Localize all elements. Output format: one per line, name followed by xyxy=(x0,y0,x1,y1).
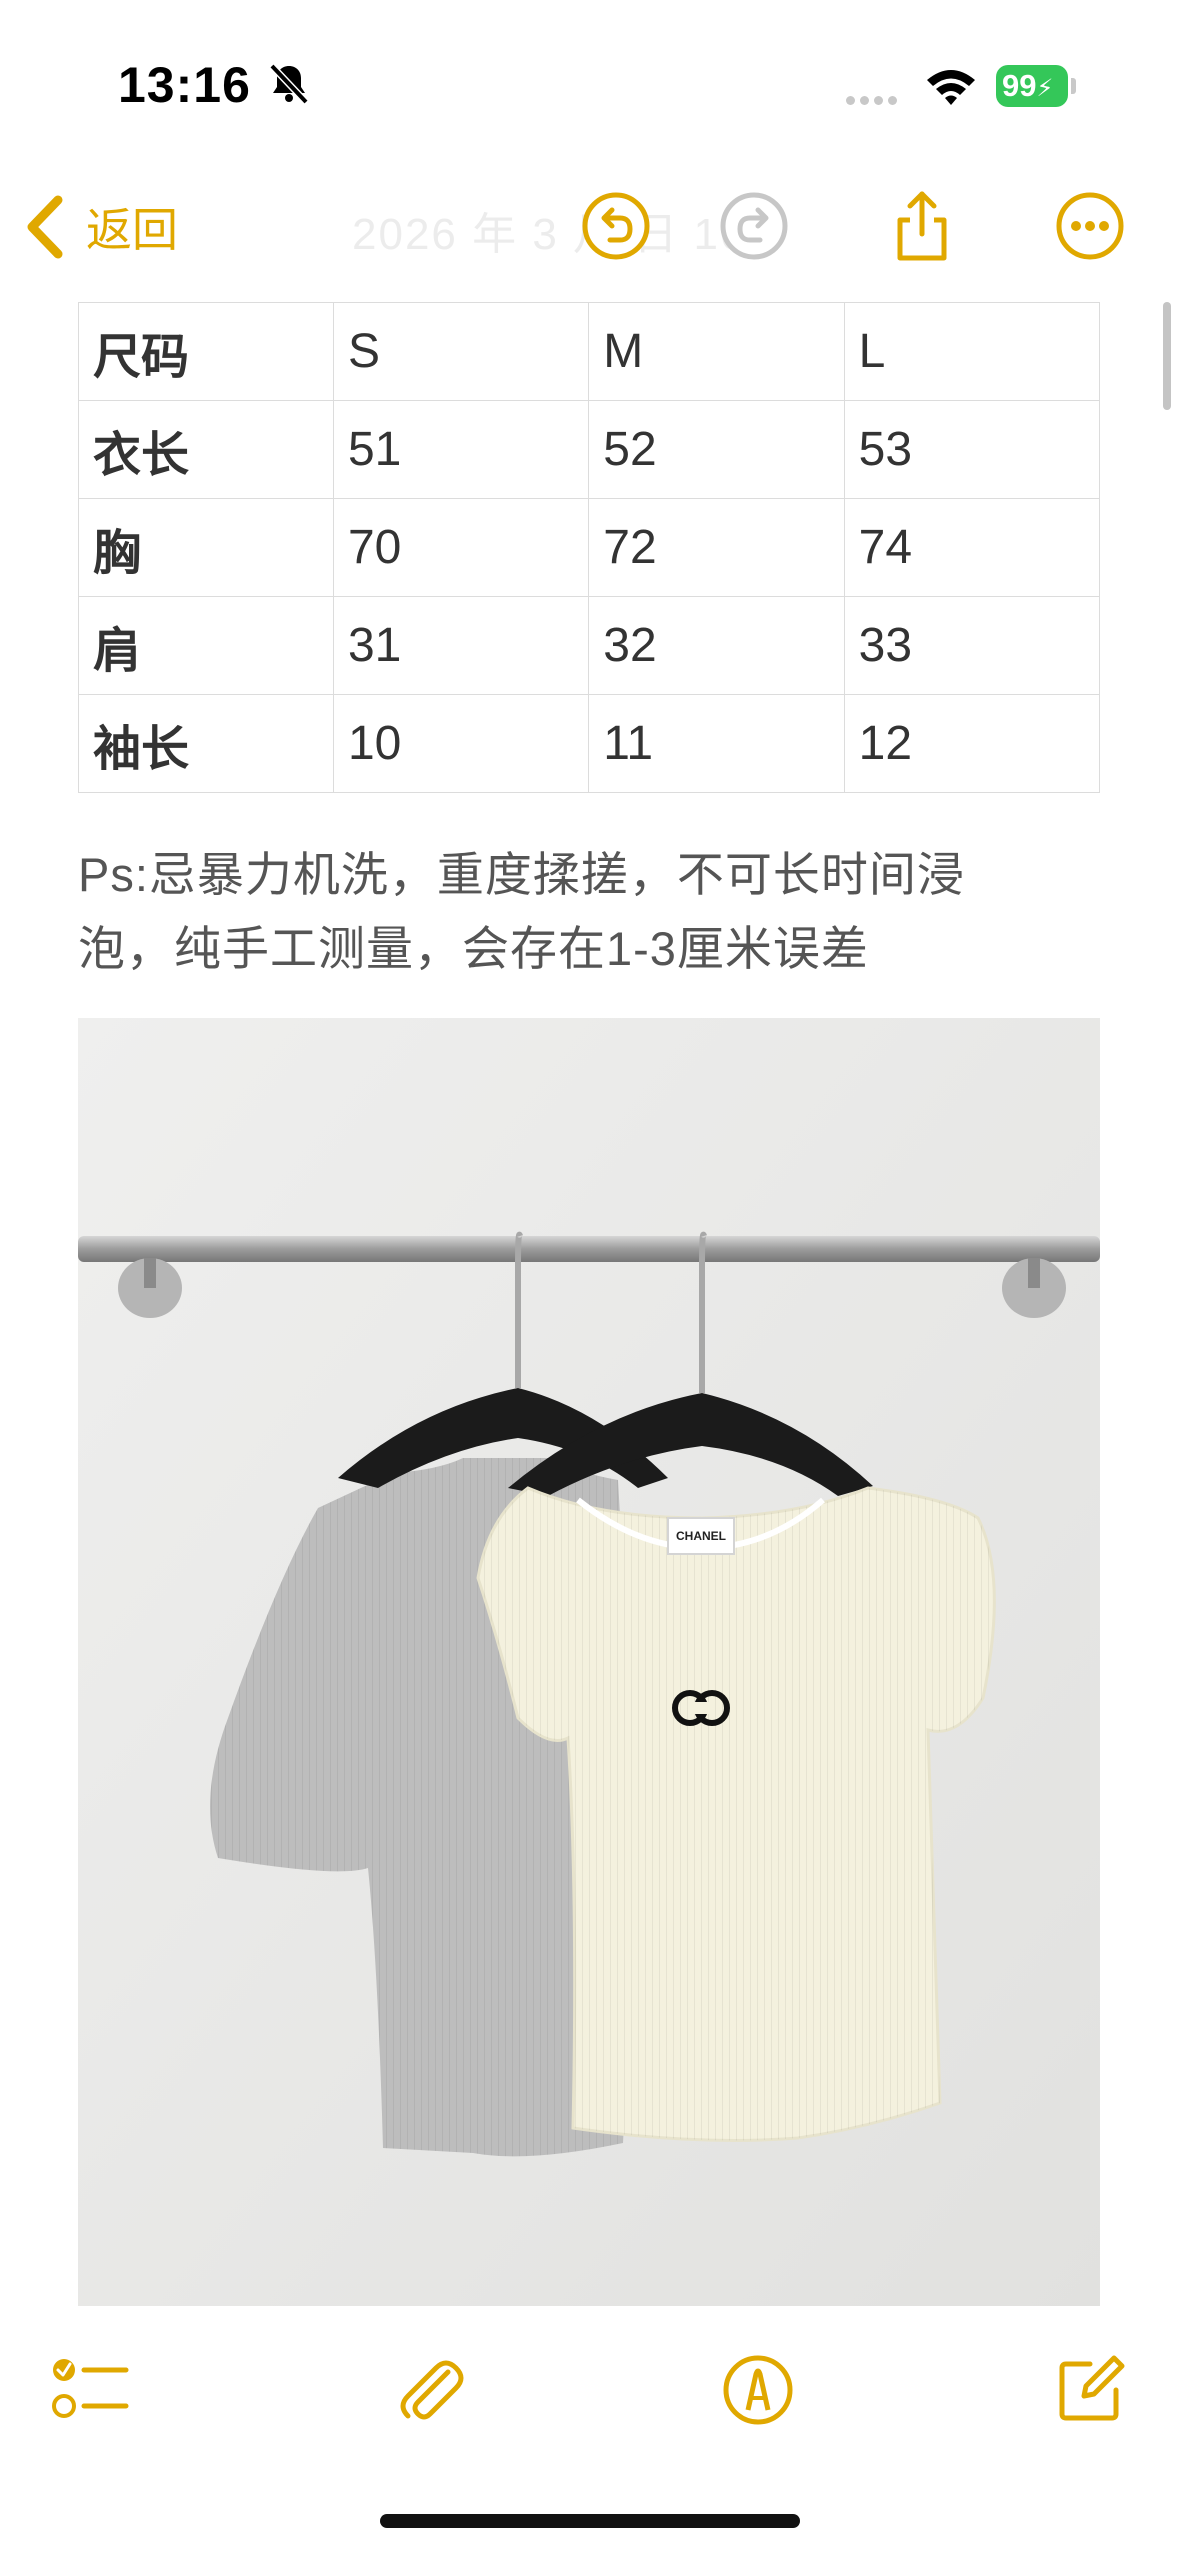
back-button[interactable]: 返回 xyxy=(24,192,178,262)
table-row: 衣长 51 52 53 xyxy=(78,400,1101,499)
table-header-row: 尺码 S M L xyxy=(78,302,1101,401)
table-cell: L xyxy=(843,302,1101,401)
bell-slash-icon xyxy=(269,63,309,105)
table-cell: 胸 xyxy=(78,498,334,597)
status-time: 13:16 xyxy=(118,57,251,113)
table-cell: 袖长 xyxy=(78,694,334,793)
note-date-title: 2026 年 3 月 日 16 xyxy=(352,210,747,259)
share-icon[interactable] xyxy=(886,190,958,262)
undo-icon[interactable] xyxy=(580,190,652,262)
note-line: 泡，纯手工测量，会存在1-3厘米误差 xyxy=(78,922,869,975)
table-cell: 肩 xyxy=(78,596,334,695)
table-cell: 70 xyxy=(332,498,590,597)
compose-icon[interactable] xyxy=(1050,2350,1130,2430)
paperclip-icon[interactable] xyxy=(390,2350,470,2430)
table-cell: 10 xyxy=(332,694,590,793)
table-cell: 74 xyxy=(843,498,1101,597)
home-indicator[interactable] xyxy=(380,2514,800,2528)
size-table: 尺码 S M L 衣长 51 52 53 胸 70 72 74 肩 31 32 … xyxy=(78,302,1101,793)
table-cell: S xyxy=(332,302,590,401)
table-cell: 51 xyxy=(332,400,590,499)
status-bar: 13:16 99⚡ xyxy=(0,0,1179,170)
battery-level: 99 xyxy=(1002,68,1037,103)
checklist-icon[interactable] xyxy=(50,2350,130,2430)
back-label: 返回 xyxy=(86,204,178,256)
markup-pen-icon[interactable] xyxy=(718,2350,798,2430)
nav-bar: 返回 2026 年 3 月 日 16 xyxy=(0,170,1179,290)
table-cell: 53 xyxy=(843,400,1101,499)
table-cell: 衣长 xyxy=(78,400,334,499)
note-body[interactable]: Ps:忌暴力机洗，重度揉搓，不可长时间浸 泡，纯手工测量，会存在1-3厘米误差 xyxy=(78,838,1108,986)
more-icon[interactable] xyxy=(1054,190,1126,262)
table-cell: 尺码 xyxy=(78,302,334,401)
table-row: 胸 70 72 74 xyxy=(78,498,1101,597)
table-row: 袖长 10 11 12 xyxy=(78,694,1101,793)
table-cell: 11 xyxy=(588,694,845,793)
table-row: 肩 31 32 33 xyxy=(78,596,1101,695)
bottom-toolbar xyxy=(0,2330,1179,2450)
table-cell: 32 xyxy=(588,596,845,695)
garment-label: CHANEL xyxy=(676,1529,726,1543)
product-photo[interactable]: CHANEL xyxy=(78,1018,1100,2306)
table-cell: 31 xyxy=(332,596,590,695)
table-cell: 52 xyxy=(588,400,845,499)
signal-icon xyxy=(846,92,902,110)
table-cell: 33 xyxy=(843,596,1101,695)
chevron-left-icon xyxy=(27,195,63,259)
table-cell: M xyxy=(588,302,845,401)
battery-charging-icon: 99⚡ xyxy=(996,65,1076,107)
table-cell: 12 xyxy=(843,694,1101,793)
redo-icon[interactable] xyxy=(718,190,790,262)
table-cell: 72 xyxy=(588,498,845,597)
note-line: Ps:忌暴力机洗，重度揉搓，不可长时间浸 xyxy=(78,848,965,901)
scrollbar[interactable] xyxy=(1163,302,1171,410)
wifi-icon xyxy=(927,70,975,105)
